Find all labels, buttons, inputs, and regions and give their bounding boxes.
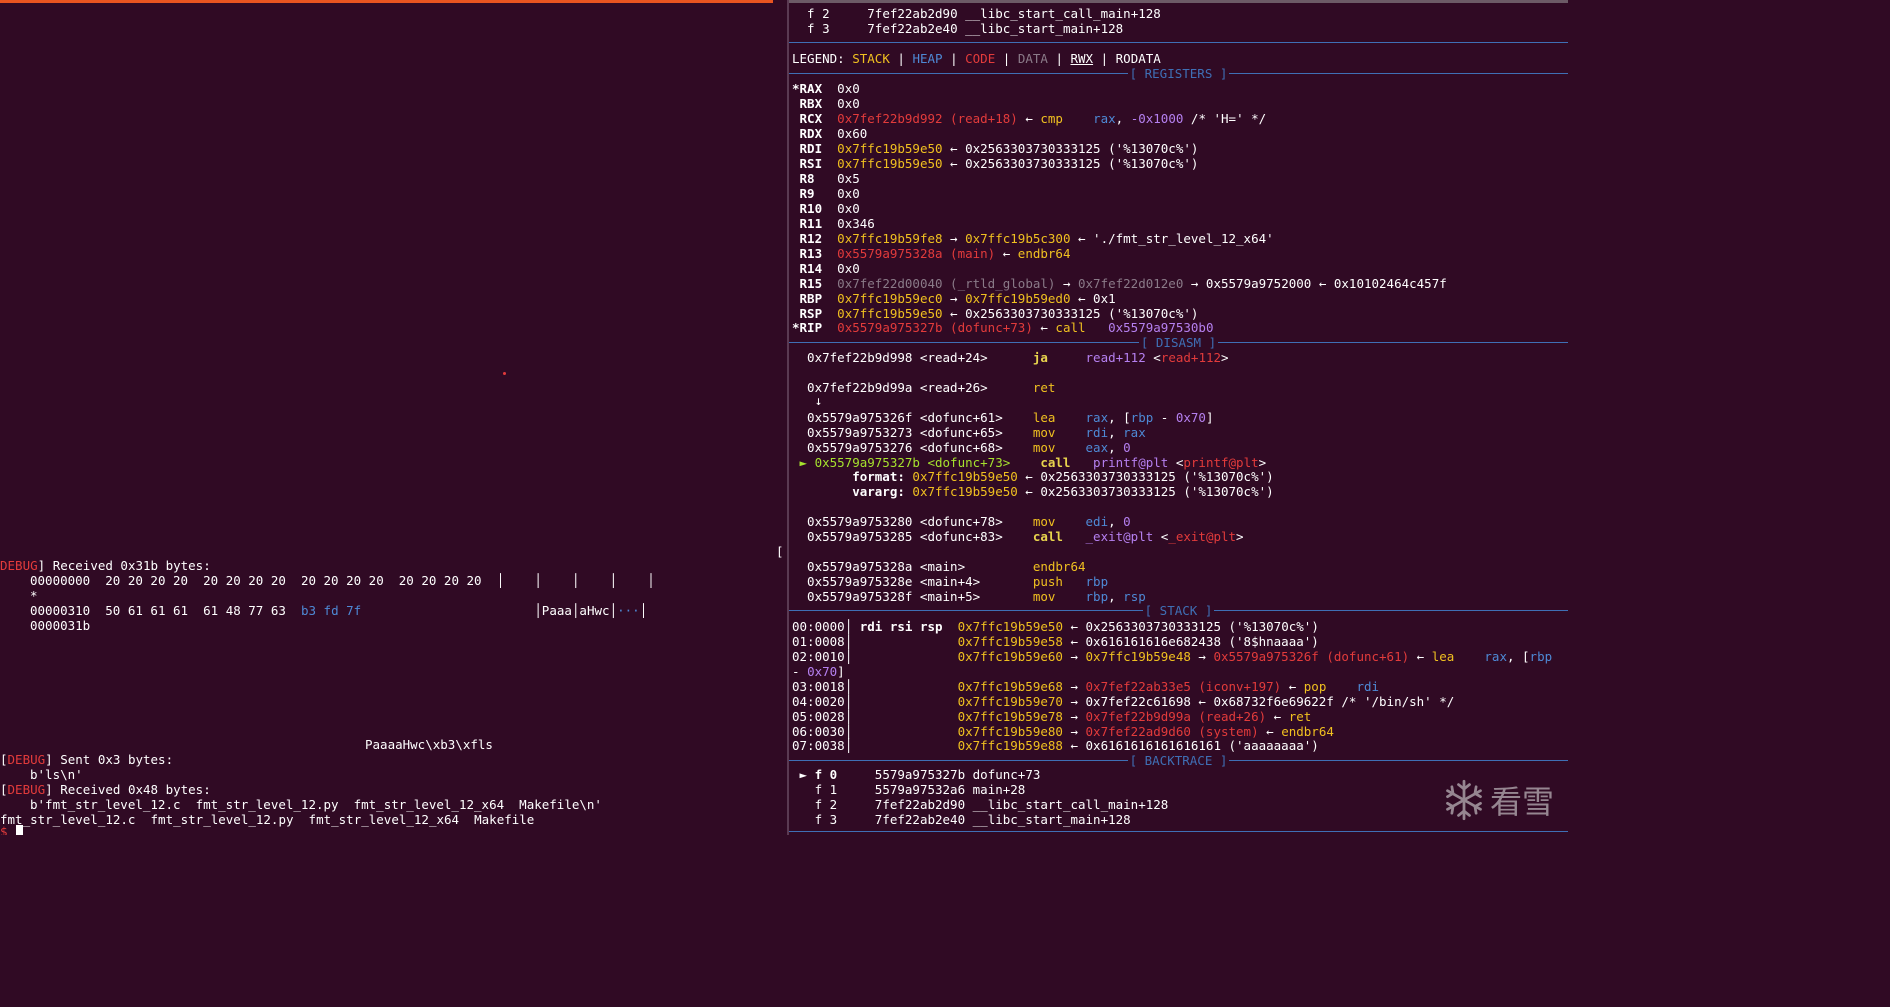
stack-entry-wrap: - 0x70] (792, 664, 845, 679)
disasm-current-line: ► 0x5579a975327b <dofunc+73> call printf… (792, 455, 1267, 470)
call-argument: vararg: 0x7ffc19b59e50 ← 0x2563303730333… (792, 484, 1274, 499)
stack-entry: 02:0010│ 0x7ffc19b59e60 → 0x7ffc19b59e48… (792, 649, 1553, 664)
stack-entry: 01:0008│ 0x7ffc19b59e58 ← 0x616161616e68… (792, 634, 1319, 649)
stack-entry: 00:0000│ rdi rsi rsp 0x7ffc19b59e50 ← 0x… (792, 619, 1319, 634)
disasm-line: 0x5579a9753273 <dofunc+65> mov rdi, rax (792, 425, 1146, 440)
kanxue-watermark: 看雪 (1442, 777, 1554, 823)
call-argument: format: 0x7ffc19b59e50 ← 0x2563303730333… (792, 469, 1274, 484)
disasm-line: 0x5579a975328a <main> endbr64 (792, 559, 1086, 574)
register-r9: R9 0x0 (792, 186, 860, 201)
register-r8: R8 0x5 (792, 171, 860, 186)
watermark-text: 看雪 (1489, 783, 1554, 821)
register-r13: R13 0x5579a975328a (main) ← endbr64 (792, 246, 1071, 261)
backtrace-frame-current: ► f 0 5579a975327b dofunc+73 (792, 767, 1041, 782)
current-instruction-marker-icon: ► (792, 455, 815, 470)
stack-entry: 04:0020│ 0x7ffc19b59e70 → 0x7fef22c61698… (792, 694, 1455, 709)
backtrace-frame: f 3 7fef22ab2e40 __libc_start_main+128 (792, 812, 1131, 827)
shell-prompt[interactable]: $ (0, 824, 15, 835)
register-rsp: RSP 0x7ffc19b59e50 ← 0x2563303730333125 … (792, 306, 1199, 321)
disasm-line: 0x5579a975328f <main+5> mov rbp, rsp (792, 589, 1146, 604)
terminal-cursor (16, 825, 23, 835)
register-rbx: RBX 0x0 (792, 96, 860, 111)
divider-bracket: [ (776, 544, 784, 559)
register-rdi: RDI 0x7ffc19b59e50 ← 0x2563303730333125 … (792, 141, 1199, 156)
backtrace-frame: f 2 7fef22ab2d90 __libc_start_call_main+… (792, 797, 1169, 812)
register-r10: R10 0x0 (792, 201, 860, 216)
register-r12: R12 0x7ffc19b59fe8 → 0x7ffc19b5c300 ← '.… (792, 231, 1274, 246)
disasm-line: 0x7fef22b9d998 <read+24> ja read+112 <re… (792, 350, 1229, 365)
legend: LEGEND: STACK | HEAP | CODE | DATA | RWX… (792, 51, 1161, 66)
register-rsi: RSI 0x7ffc19b59e50 ← 0x2563303730333125 … (792, 156, 1199, 171)
hexdump-row: * (30, 588, 38, 603)
pwndbg-context-pane[interactable]: f 2 7fef22ab2d90 __libc_start_call_main+… (789, 0, 1568, 835)
hexdump-row: 00000000 20 20 20 20 20 20 20 20 20 20 2… (30, 573, 655, 588)
stack-entry: 03:0018│ 0x7ffc19b59e68 → 0x7fef22ab33e5… (792, 679, 1380, 694)
debug-received-line: DEBUG] Received 0x31b bytes: (0, 558, 211, 573)
disasm-line: 0x5579a9753276 <dofunc+68> mov eax, 0 (792, 440, 1131, 455)
debug-received-line: [DEBUG] Received 0x48 bytes: (0, 782, 211, 797)
disasm-line: 0x7fef22b9d99a <read+26> ret (792, 380, 1056, 395)
backtrace-frame: f 1 5579a97532a6 main+28 (792, 782, 1026, 797)
stack-entry: 05:0028│ 0x7ffc19b59e78 → 0x7fef22b9d99a… (792, 709, 1312, 724)
hexdump-row: 00000310 50 61 61 61 61 48 77 63 b3 fd 7… (30, 603, 648, 618)
disasm-line: 0x5579a9753280 <dofunc+78> mov edi, 0 (792, 514, 1131, 529)
section-rule (789, 42, 1568, 43)
snowflake-icon (1446, 779, 1482, 821)
disasm-line: 0x5579a9753285 <dofunc+83> call _exit@pl… (792, 529, 1244, 544)
mouse-pointer-dot (503, 372, 506, 375)
backtrace-frame: f 2 7fef22ab2d90 __libc_start_call_main+… (792, 6, 1161, 21)
stack-entry: 06:0030│ 0x7ffc19b59e80 → 0x7fef22ad9d60… (792, 724, 1334, 739)
register-r15: R15 0x7fef22d00040 (_rtld_global) → 0x7f… (792, 276, 1447, 291)
stack-header: [ STACK ] (1142, 603, 1215, 618)
hexdump-row: 0000031b (30, 618, 91, 633)
registers-header: [ REGISTERS ] (1127, 66, 1230, 81)
backtrace-frame: f 3 7fef22ab2e40 __libc_start_main+128 (792, 21, 1124, 36)
register-rip: *RIP 0x5579a975327b (dofunc+73) ← call 0… (792, 320, 1214, 335)
register-r11: R11 0x346 (792, 216, 875, 231)
program-output-line: PaaaaHwc\xb3\xfls (365, 737, 493, 752)
register-rbp: RBP 0x7ffc19b59ec0 → 0x7ffc19b59ed0 ← 0x… (792, 291, 1116, 306)
jump-arrow-icon: ↓ (792, 393, 823, 408)
register-r14: R14 0x0 (792, 261, 860, 276)
exploit-output-pane[interactable]: DEBUG] Received 0x31b bytes: 00000000 20… (0, 0, 787, 835)
register-rcx: RCX 0x7fef22b9d992 (read+18) ← cmp rax, … (792, 111, 1267, 126)
received-bytes: b'fmt_str_level_12.c fmt_str_level_12.py… (30, 797, 602, 812)
backtrace-header: [ BACKTRACE ] (1127, 753, 1230, 768)
ls-output: fmt_str_level_12.c fmt_str_level_12.py f… (0, 812, 535, 827)
disasm-line: 0x5579a975328e <main+4> push rbp (792, 574, 1109, 589)
sent-bytes: b'ls\n' (30, 767, 83, 782)
register-rdx: RDX 0x60 (792, 126, 868, 141)
register-rax: *RAX 0x0 (792, 81, 860, 96)
disasm-header: [ DISASM ] (1138, 335, 1219, 350)
section-rule (789, 831, 1568, 832)
debug-sent-line: [DEBUG] Sent 0x3 bytes: (0, 752, 174, 767)
stack-entry: 07:0038│ 0x7ffc19b59e88 ← 0x616161616161… (792, 738, 1319, 753)
disasm-line: 0x5579a975326f <dofunc+61> lea rax, [rbp… (792, 410, 1214, 425)
